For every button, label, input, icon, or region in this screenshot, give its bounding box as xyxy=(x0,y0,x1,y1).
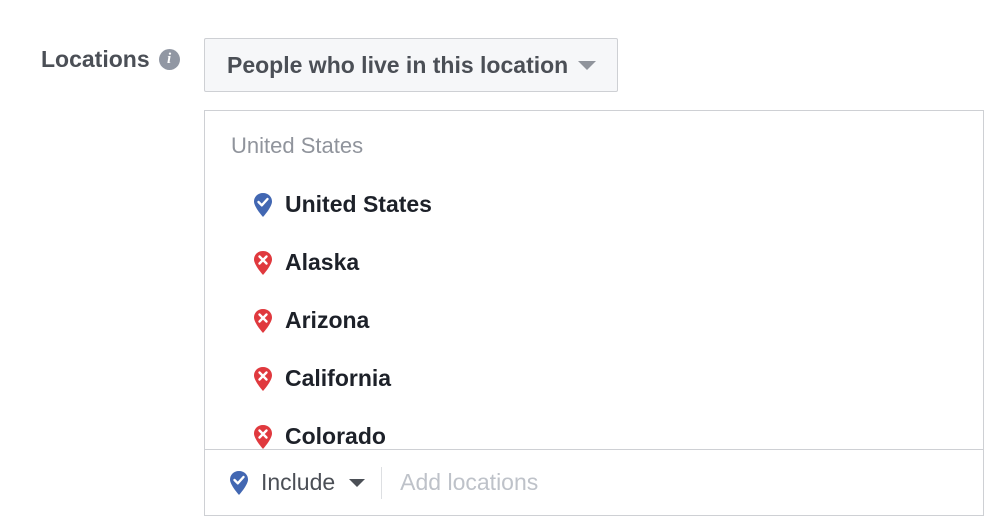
location-item-california[interactable]: California xyxy=(253,365,391,392)
divider xyxy=(381,466,383,499)
location-pin-x-icon xyxy=(254,366,272,391)
locations-label-text: Locations xyxy=(41,46,150,72)
include-dropdown[interactable]: Include xyxy=(229,469,366,496)
locations-list[interactable]: United States United States Alaska Arizo… xyxy=(205,111,983,449)
location-pin-x-icon xyxy=(254,250,272,275)
location-name: Arizona xyxy=(285,307,370,333)
location-item-arizona[interactable]: Arizona xyxy=(253,307,369,334)
location-item-alaska[interactable]: Alaska xyxy=(253,249,359,276)
locations-label: Locations i xyxy=(41,46,180,73)
chevron-down-icon xyxy=(578,60,597,70)
location-pin-x-icon xyxy=(254,308,272,333)
location-name: United States xyxy=(285,191,432,217)
location-item-united-states[interactable]: United States xyxy=(253,191,432,218)
location-pin-check-icon xyxy=(254,192,272,217)
locations-footer: Include xyxy=(205,449,983,515)
location-name: Alaska xyxy=(285,249,360,275)
info-icon[interactable]: i xyxy=(158,49,180,70)
location-pin-x-icon xyxy=(254,424,272,449)
add-locations-input[interactable] xyxy=(398,468,703,497)
location-name: Colorado xyxy=(285,423,386,449)
include-label: Include xyxy=(261,469,336,495)
audience-type-dropdown[interactable]: People who live in this location xyxy=(204,38,618,92)
location-group-title: United States xyxy=(231,133,364,158)
location-pin-check-icon xyxy=(230,470,248,495)
locations-panel: United States United States Alaska Arizo… xyxy=(204,110,984,516)
audience-type-value: People who live in this location xyxy=(227,51,569,78)
chevron-down-icon xyxy=(349,478,366,487)
location-name: California xyxy=(285,365,392,391)
location-item-colorado[interactable]: Colorado xyxy=(253,423,386,449)
